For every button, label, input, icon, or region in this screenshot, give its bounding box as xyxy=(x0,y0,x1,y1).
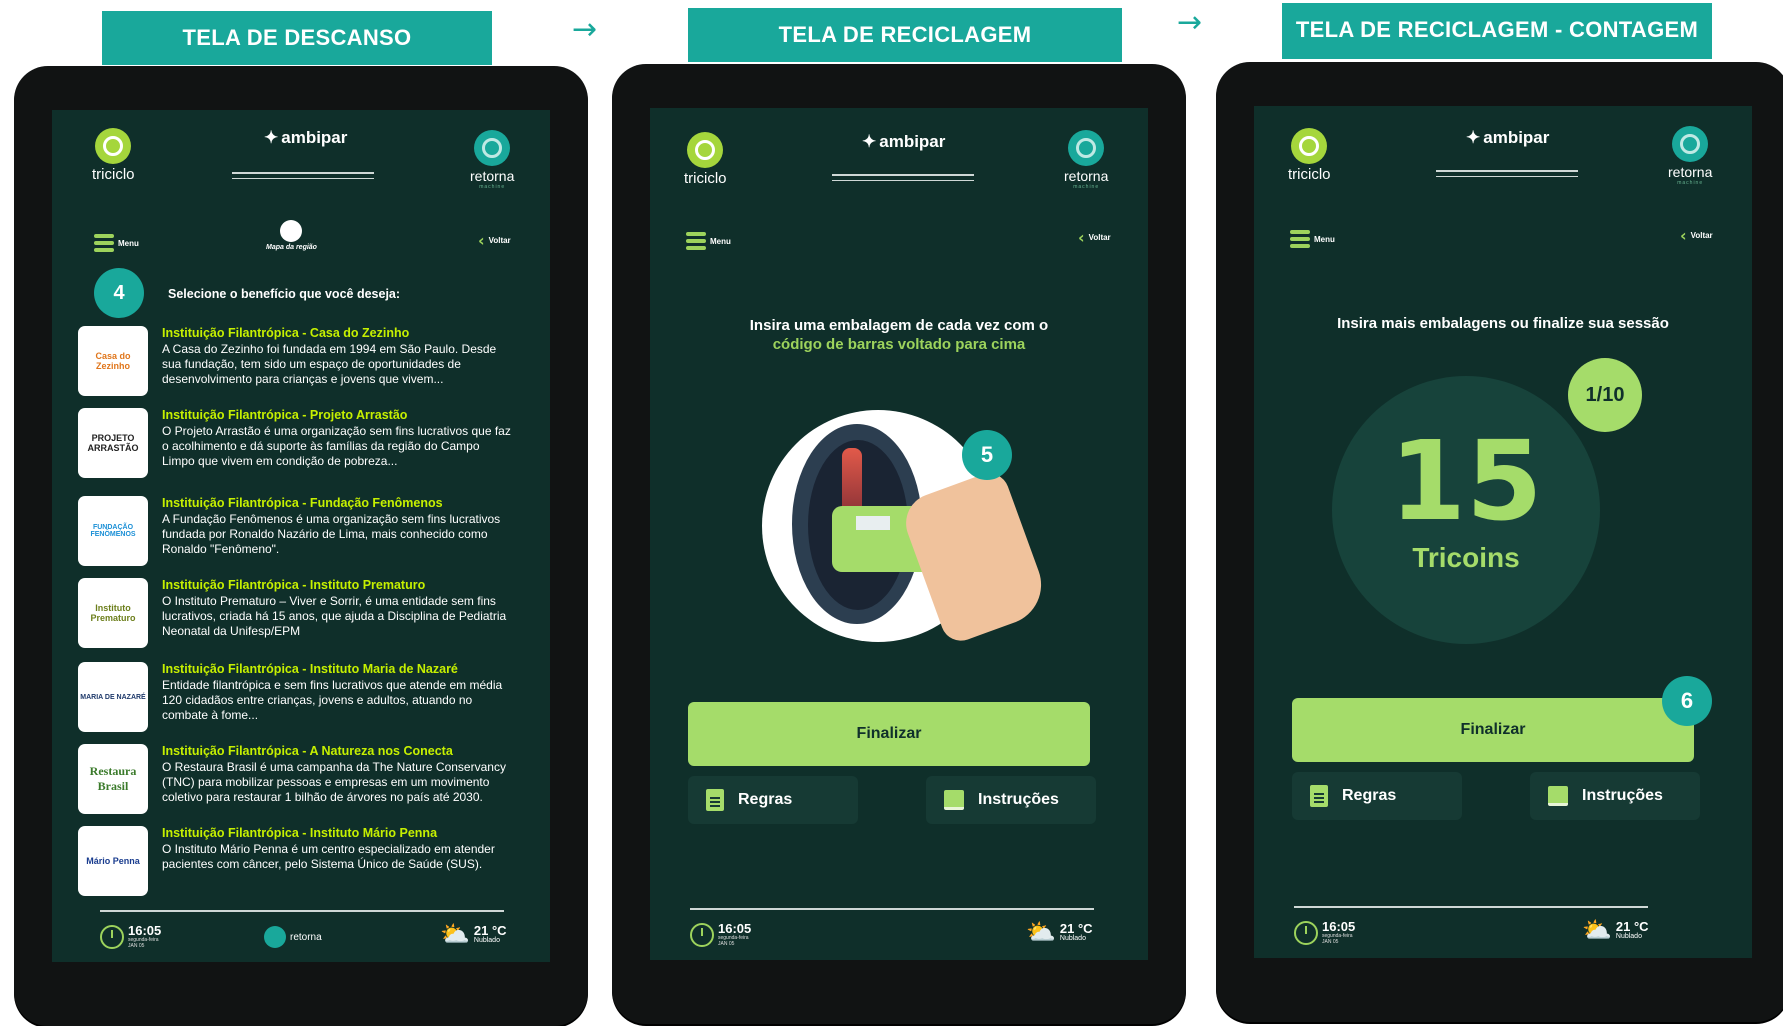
projeto-arrastao-logo: PROJETO ARRASTÃO xyxy=(78,408,148,478)
document-icon xyxy=(706,789,724,811)
ambipar-logo: ✦ ambipar xyxy=(1466,128,1550,147)
benefit-item[interactable]: Mário Penna Instituição Filantrópica - I… xyxy=(78,826,508,898)
session-instruction: Insira mais embalagens ou finalize sua s… xyxy=(1337,315,1669,332)
progress-badge: 1/10 xyxy=(1568,358,1642,432)
instructions-button[interactable]: Instruções xyxy=(1530,772,1700,820)
benefit-item[interactable]: Instituto Prematuro Instituição Filantró… xyxy=(78,578,508,650)
retorna-logo: retorna machine xyxy=(1064,130,1108,190)
retorna-logo: retorna machine xyxy=(1668,126,1712,186)
step-badge-6: 6 xyxy=(1662,676,1712,726)
tablet-recycle: triciclo ✦ ambipar retorna machine Menu ‹… xyxy=(612,64,1186,1024)
rules-button[interactable]: Regras xyxy=(688,776,858,824)
menu-button[interactable]: Menu xyxy=(94,234,139,252)
benefit-item[interactable]: Restaura Brasil Instituição Filantrópica… xyxy=(78,744,508,816)
footer-retorna-logo: retorna xyxy=(264,926,322,948)
tablet-rest: triciclo ✦ ambipar retorna machine Menu M… xyxy=(14,66,588,1026)
back-button[interactable]: ‹ Voltar xyxy=(1078,228,1111,247)
ambipar-logo: ✦ ambipar xyxy=(264,128,348,147)
ambipar-logo: ✦ ambipar xyxy=(862,132,946,151)
screen-count: triciclo ✦ ambipar retorna machine Menu ‹… xyxy=(1254,106,1752,958)
menu-button[interactable]: Menu xyxy=(686,232,731,250)
footer-weather: ⛅ 21 °C Nublado xyxy=(1582,916,1649,944)
rules-button[interactable]: Regras xyxy=(1292,772,1462,820)
menu-icon xyxy=(94,234,114,252)
screen-rest: triciclo ✦ ambipar retorna machine Menu M… xyxy=(52,110,550,962)
footer-clock: 16:05 segunda-feira JAN 05 xyxy=(100,924,161,949)
footer-clock: 16:05 segunda-feira JAN 05 xyxy=(1294,920,1355,945)
globe-pin-icon xyxy=(280,220,303,242)
chevron-left-icon: ‹ xyxy=(1680,226,1687,245)
chevron-left-icon: ‹ xyxy=(478,231,485,250)
menu-icon xyxy=(686,232,706,250)
instructions-button[interactable]: Instruções xyxy=(926,776,1096,824)
arrow-right-icon: → xyxy=(572,12,598,47)
benefit-item[interactable]: PROJETO ARRASTÃO Instituição Filantrópic… xyxy=(78,408,511,480)
clock-icon xyxy=(100,924,124,949)
finish-button[interactable]: Finalizar xyxy=(1292,698,1694,762)
footer-divider xyxy=(100,910,504,912)
clock-icon xyxy=(1294,920,1318,945)
header-divider xyxy=(232,172,374,174)
chevron-left-icon: ‹ xyxy=(1078,228,1085,247)
footer-divider xyxy=(1294,906,1648,908)
banner-count-screen: TELA DE RECICLAGEM - CONTAGEM xyxy=(1282,3,1712,59)
triciclo-logo: triciclo xyxy=(1288,128,1331,183)
insert-instruction: Insira uma embalagem de cada vez com o c… xyxy=(749,317,1049,353)
banner-recycle-screen: TELA DE RECICLAGEM xyxy=(688,8,1122,62)
book-icon xyxy=(1548,786,1568,806)
footer-clock: 16:05 segunda-feira JAN 05 xyxy=(690,922,751,947)
document-icon xyxy=(1310,785,1328,807)
step-badge-4: 4 xyxy=(94,268,144,318)
points-unit: Tricoins xyxy=(1412,542,1520,573)
restaura-brasil-logo: Restaura Brasil xyxy=(78,744,148,814)
ambipar-mark-icon: ✦ xyxy=(264,128,279,147)
retorna-logo: retorna machine xyxy=(470,130,514,190)
footer-weather: ⛅ 21 °C Nublado xyxy=(440,920,507,948)
map-button[interactable]: Mapa da região xyxy=(266,220,317,251)
mario-penna-logo: Mário Penna xyxy=(78,826,148,896)
menu-icon xyxy=(1290,230,1310,248)
footer-divider xyxy=(690,908,1094,910)
footer-weather: ⛅ 21 °C Nublado xyxy=(1026,918,1093,946)
banner-rest-screen: TELA DE DESCANSO xyxy=(102,11,492,65)
screen-recycle: triciclo ✦ ambipar retorna machine Menu ‹… xyxy=(650,108,1148,960)
cloud-sun-icon: ⛅ xyxy=(1026,918,1056,946)
triciclo-logo: triciclo xyxy=(684,132,727,187)
tablet-count: triciclo ✦ ambipar retorna machine Menu ‹… xyxy=(1216,62,1783,1022)
benefit-prompt: Selecione o benefício que você deseja: xyxy=(168,287,401,301)
cloud-sun-icon: ⛅ xyxy=(440,920,470,948)
finish-button[interactable]: Finalizar xyxy=(688,702,1090,766)
benefit-item[interactable]: MARIA DE NAZARÉ Instituição Filantrópica… xyxy=(78,662,508,734)
instituto-prematuro-logo: Instituto Prematuro xyxy=(78,578,148,648)
fundacao-fenomenos-logo: FUNDAÇÃO FENÔMENOS xyxy=(78,496,148,566)
back-button[interactable]: ‹ Voltar xyxy=(1680,226,1713,245)
header-divider xyxy=(1436,170,1578,172)
maria-nazare-logo: MARIA DE NAZARÉ xyxy=(78,662,148,732)
cloud-sun-icon: ⛅ xyxy=(1582,916,1612,944)
header-divider xyxy=(832,174,974,176)
menu-button[interactable]: Menu xyxy=(1290,230,1335,248)
clock-icon xyxy=(690,922,714,947)
step-badge-5: 5 xyxy=(962,430,1012,480)
triciclo-logo: triciclo xyxy=(92,128,135,183)
back-button[interactable]: ‹ Voltar xyxy=(478,231,511,250)
ambipar-mark-icon: ✦ xyxy=(862,132,877,151)
points-value: 15 xyxy=(1389,417,1543,545)
benefit-item[interactable]: Casa do Zezinho Instituição Filantrópica… xyxy=(78,326,508,398)
casa-zezinho-logo: Casa do Zezinho xyxy=(78,326,148,396)
benefit-item[interactable]: FUNDAÇÃO FENÔMENOS Instituição Filantróp… xyxy=(78,496,508,568)
ambipar-mark-icon: ✦ xyxy=(1466,128,1481,147)
arrow-right-icon: → xyxy=(1177,5,1203,40)
book-icon xyxy=(944,790,964,810)
